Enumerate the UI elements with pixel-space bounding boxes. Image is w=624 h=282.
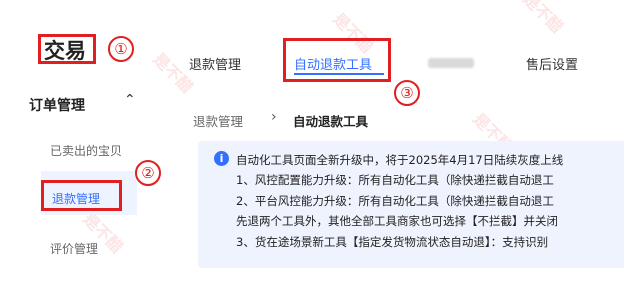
watermark: 是不醋 bbox=[519, 0, 567, 37]
sidebar-item-refund[interactable]: 退款管理 bbox=[52, 190, 100, 207]
tab-highlight-box bbox=[283, 38, 391, 82]
notice-line: 2、平台风控能力升级：所有自动化工具（除快递拦截自动退工 bbox=[236, 194, 554, 208]
annotation-3: ③ bbox=[394, 80, 420, 106]
notice-line: 先退两个工具外，其他全部工具商家也可选择【不拦截】并关闭 bbox=[236, 214, 558, 228]
notice-line: 自动化工具页面全新升级中，将于2025年4月17日陆续灰度上线 bbox=[236, 153, 564, 167]
notice-line: 1、风控配置能力升级：所有自动化工具（除快递拦截自动退工 bbox=[236, 173, 554, 187]
tab-refund-management[interactable]: 退款管理 bbox=[189, 54, 241, 73]
breadcrumb-current: 自动退款工具 bbox=[293, 114, 369, 129]
tab-blurred[interactable] bbox=[428, 58, 474, 68]
notice-line: 3、货在途场景新工具【指定发货物流状态自动退】：支持识别 bbox=[236, 235, 549, 249]
brand-title: 交易 bbox=[44, 39, 86, 63]
annotation-2: ② bbox=[135, 160, 161, 186]
breadcrumb-refund-management[interactable]: 退款管理 bbox=[193, 111, 243, 130]
info-icon: i bbox=[214, 151, 229, 166]
sidebar-item-reviews[interactable]: 评价管理 bbox=[50, 240, 98, 257]
tab-aftersale-settings[interactable]: 售后设置 bbox=[526, 54, 578, 73]
chevron-right-icon: › bbox=[271, 109, 277, 125]
nav-group-orders[interactable]: 订单管理 bbox=[29, 95, 85, 115]
annotation-1: ① bbox=[108, 36, 134, 62]
sidebar-item-sold[interactable]: 已卖出的宝贝 bbox=[50, 142, 122, 159]
chevron-up-icon[interactable]: ⌃ bbox=[124, 92, 136, 108]
